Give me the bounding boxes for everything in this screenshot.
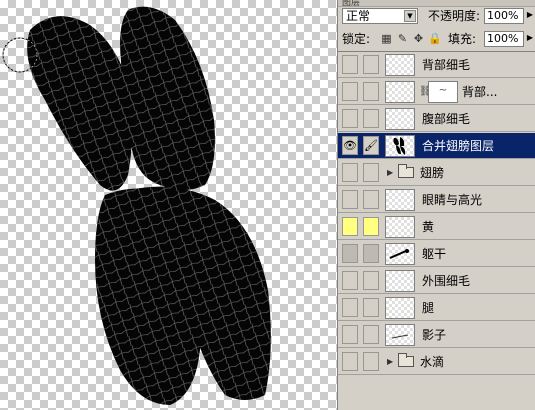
visibility-toggle[interactable] — [342, 271, 358, 290]
visibility-toggle[interactable] — [342, 352, 358, 371]
layer-thumbnail — [385, 243, 415, 265]
lock-row: 锁定: ▦ ✎ ✥ 🔒 填充: 100% ▶ — [342, 31, 533, 49]
link-toggle[interactable] — [363, 298, 379, 317]
layer-thumbnail — [385, 270, 415, 292]
layer-group-row[interactable]: ▶ 翅膀 — [338, 160, 535, 186]
expand-triangle-icon[interactable]: ▶ — [387, 357, 393, 366]
blend-mode-value: 正常 — [346, 9, 371, 23]
fill-value: 100% — [487, 32, 519, 45]
layer-thumbnail — [385, 189, 415, 211]
blend-options-row: 正常 ▼ 不透明度: 100% ▶ — [342, 8, 533, 26]
link-toggle[interactable] — [363, 352, 379, 371]
visibility-toggle[interactable] — [342, 163, 358, 182]
visibility-toggle[interactable] — [342, 244, 358, 263]
eye-icon[interactable]: 👁 — [342, 136, 358, 155]
layer-thumbnail — [385, 297, 415, 319]
layer-name: 背部细毛 — [422, 58, 471, 72]
layer-name: 背部... — [462, 85, 498, 99]
layer-name: 腹部细毛 — [422, 112, 471, 126]
lock-all-icon[interactable]: 🔒 — [428, 32, 442, 45]
opacity-input[interactable]: 100% — [484, 8, 524, 24]
blend-mode-select[interactable]: 正常 ▼ — [342, 8, 418, 24]
link-toggle[interactable] — [363, 271, 379, 290]
opacity-arrow-icon[interactable]: ▶ — [525, 8, 535, 22]
chevron-down-icon[interactable]: ▼ — [404, 10, 416, 22]
layer-name: 水滴 — [420, 355, 445, 369]
visibility-toggle[interactable] — [342, 55, 358, 74]
layer-name: 外围细毛 — [422, 274, 471, 288]
layer-row[interactable]: 腹部细毛 — [338, 106, 535, 132]
visibility-toggle[interactable] — [342, 298, 358, 317]
layer-row[interactable]: 黄 — [338, 214, 535, 240]
layer-name: 合并翅膀图层 — [422, 139, 495, 153]
layer-thumbnail — [385, 54, 415, 76]
layer-name: 翅膀 — [420, 166, 445, 180]
brush-icon[interactable]: 🖌 — [363, 136, 379, 155]
layer-name: 黄 — [422, 220, 435, 234]
wings-thumbnail-icon — [393, 137, 406, 155]
visibility-toggle[interactable] — [342, 109, 358, 128]
visibility-toggle[interactable] — [342, 190, 358, 209]
visibility-toggle[interactable] — [342, 217, 358, 236]
layer-thumbnail — [385, 135, 415, 157]
layer-thumbnail — [385, 81, 415, 103]
visibility-toggle[interactable] — [342, 325, 358, 344]
link-toggle[interactable] — [363, 55, 379, 74]
wings-artwork — [2, 6, 271, 405]
opacity-label: 不透明度: — [428, 9, 481, 23]
link-toggle[interactable] — [363, 163, 379, 182]
folder-icon — [398, 164, 414, 178]
layer-thumbnail — [385, 216, 415, 238]
fill-arrow-icon[interactable]: ▶ — [525, 31, 535, 45]
layer-group-row[interactable]: ▶ 水滴 — [338, 349, 535, 375]
link-toggle[interactable] — [363, 109, 379, 128]
link-toggle[interactable] — [363, 82, 379, 101]
lock-paint-icon[interactable]: ✎ — [396, 32, 409, 45]
layer-name: 眼睛与高光 — [422, 193, 483, 207]
layers-panel: 图层 正常 ▼ 不透明度: 100% ▶ 锁定: ▦ ✎ ✥ 🔒 填充: 100… — [337, 0, 535, 410]
link-toggle[interactable] — [363, 217, 379, 236]
layer-name: 影子 — [422, 328, 447, 342]
layer-mask-thumbnail[interactable]: ~ — [428, 81, 458, 103]
layer-thumbnail — [385, 324, 415, 346]
link-toggle[interactable] — [363, 190, 379, 209]
layer-row[interactable]: 外围细毛 — [338, 268, 535, 294]
panel-tab-strip[interactable]: 图层 — [338, 0, 535, 7]
layer-row[interactable]: ⛓ ~ 背部... — [338, 79, 535, 105]
link-toggle[interactable] — [363, 244, 379, 263]
lock-move-icon[interactable]: ✥ — [412, 32, 425, 45]
body-thumbnail-icon — [389, 249, 409, 259]
expand-triangle-icon[interactable]: ▶ — [387, 168, 393, 177]
shadow-thumbnail-icon — [391, 334, 409, 339]
layer-name: 躯干 — [422, 247, 447, 261]
layer-row-selected[interactable]: 👁 🖌 合并翅膀图层 — [338, 133, 535, 159]
layer-name: 腿 — [422, 301, 435, 315]
lock-transparency-icon[interactable]: ▦ — [380, 32, 393, 45]
fill-input[interactable]: 100% — [484, 31, 524, 47]
layer-row[interactable]: 眼睛与高光 — [338, 187, 535, 213]
panel-tab-title[interactable]: 图层 — [342, 0, 360, 6]
link-toggle[interactable] — [363, 325, 379, 344]
folder-icon — [398, 353, 414, 367]
layer-row[interactable]: 背部细毛 — [338, 52, 535, 78]
lock-label: 锁定: — [342, 32, 371, 46]
layer-row[interactable]: 躯干 — [338, 241, 535, 267]
layer-thumbnail — [385, 108, 415, 130]
opacity-value: 100% — [487, 9, 519, 22]
layer-row[interactable]: 腿 — [338, 295, 535, 321]
layer-row[interactable]: 影子 — [338, 322, 535, 348]
fill-label: 填充: — [448, 32, 477, 46]
document-canvas[interactable] — [0, 0, 337, 410]
visibility-toggle[interactable] — [342, 82, 358, 101]
